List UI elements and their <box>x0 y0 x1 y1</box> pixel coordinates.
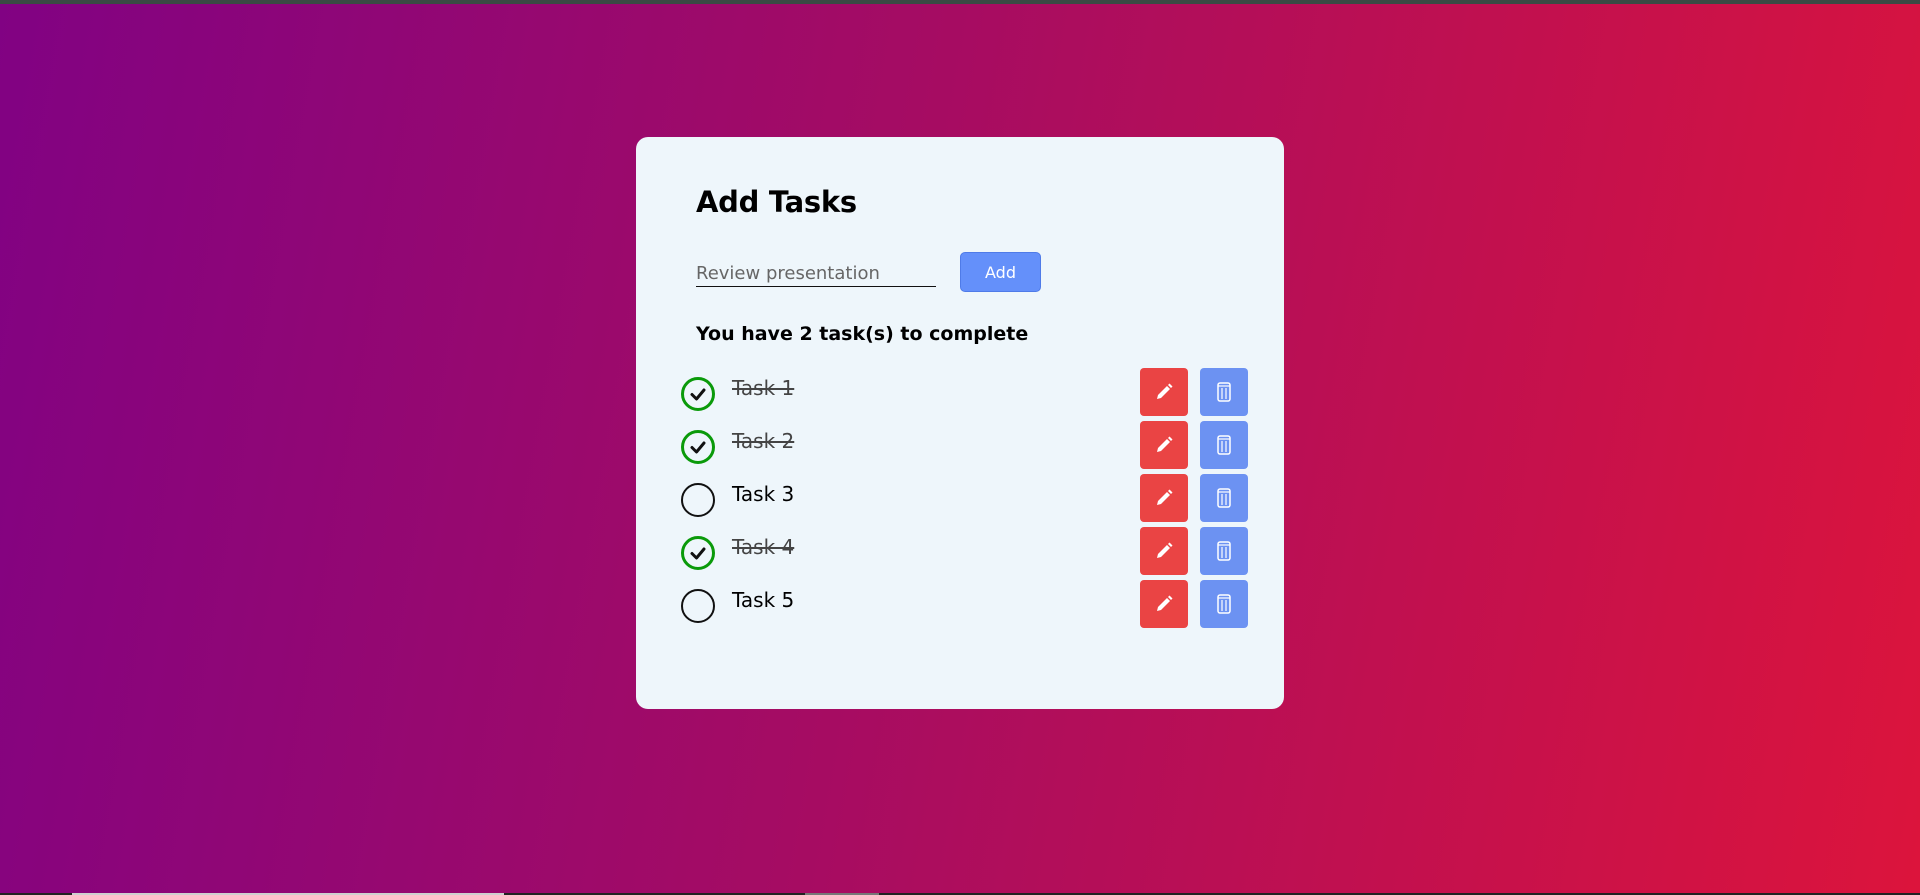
delete-button[interactable] <box>1200 421 1248 469</box>
task-item: Task 3 <box>636 474 1284 524</box>
task-checkbox[interactable] <box>681 483 715 517</box>
edit-button[interactable] <box>1140 474 1188 522</box>
checkmark-icon <box>690 441 706 454</box>
task-label: Task 4 <box>732 535 795 559</box>
checkmark-icon <box>690 547 706 560</box>
task-item: Task 5 <box>636 580 1284 630</box>
trash-can-icon <box>1217 541 1231 561</box>
delete-button[interactable] <box>1200 474 1248 522</box>
pencil-icon <box>1157 542 1173 558</box>
task-checkbox[interactable] <box>681 377 715 411</box>
task-summary: You have 2 task(s) to complete <box>696 323 1029 345</box>
task-checkbox[interactable] <box>681 430 715 464</box>
todo-card: Add Tasks Add You have 2 task(s) to comp… <box>636 137 1284 709</box>
task-checkbox[interactable] <box>681 589 715 623</box>
pencil-icon <box>1157 436 1173 452</box>
trash-can-icon <box>1217 594 1231 614</box>
add-button[interactable]: Add <box>960 252 1041 292</box>
task-label: Task 3 <box>732 482 795 506</box>
pencil-icon <box>1157 595 1173 611</box>
page-title: Add Tasks <box>696 185 857 219</box>
task-item: Task 2 <box>636 421 1284 471</box>
task-item: Task 4 <box>636 527 1284 577</box>
task-label: Task 5 <box>732 588 795 612</box>
trash-can-icon <box>1217 435 1231 455</box>
trash-can-icon <box>1217 488 1231 508</box>
task-item: Task 1 <box>636 368 1284 418</box>
pencil-icon <box>1157 489 1173 505</box>
edit-button[interactable] <box>1140 421 1188 469</box>
task-label: Task 1 <box>732 376 795 400</box>
task-input[interactable] <box>696 261 936 287</box>
task-checkbox[interactable] <box>681 536 715 570</box>
checkmark-icon <box>690 388 706 401</box>
edit-button[interactable] <box>1140 527 1188 575</box>
edit-button[interactable] <box>1140 368 1188 416</box>
task-label: Task 2 <box>732 429 795 453</box>
delete-button[interactable] <box>1200 368 1248 416</box>
edit-button[interactable] <box>1140 580 1188 628</box>
trash-can-icon <box>1217 382 1231 402</box>
delete-button[interactable] <box>1200 527 1248 575</box>
pencil-icon <box>1157 383 1173 399</box>
delete-button[interactable] <box>1200 580 1248 628</box>
